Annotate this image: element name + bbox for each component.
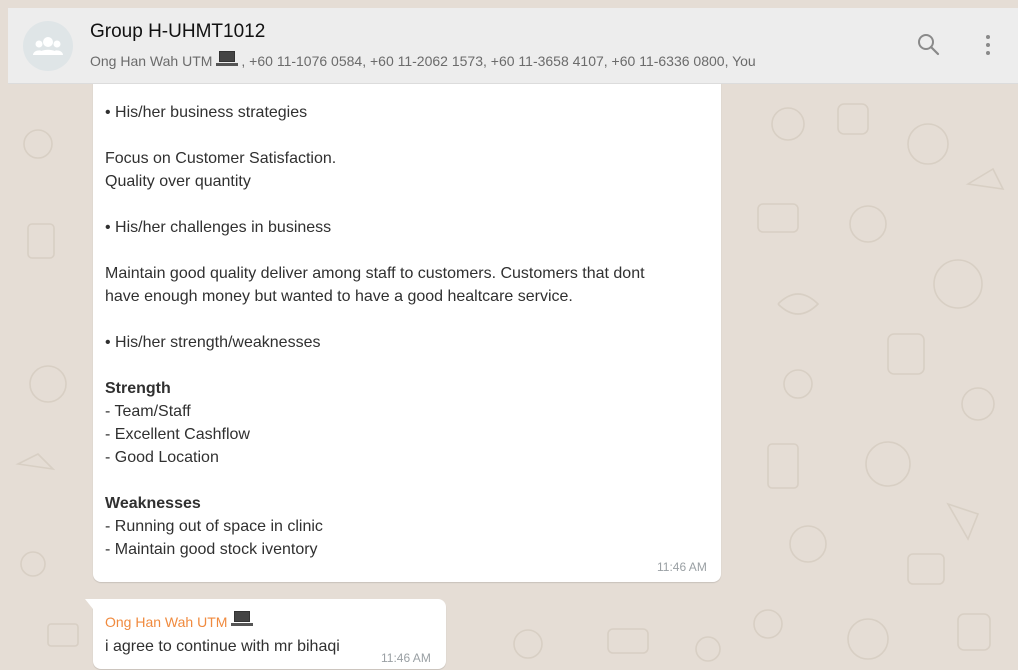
participant-list: , +60 11-1076 0584, +60 11-2062 1573, +6… <box>241 52 756 69</box>
bubble-tail <box>85 599 93 609</box>
message-line: - Maintain good stock iventory <box>105 541 318 558</box>
participant-name: Ong Han Wah UTM <box>90 52 213 69</box>
message-line: Quality over quantity <box>105 173 251 190</box>
message-line: - Excellent Cashflow <box>105 426 250 443</box>
search-icon[interactable] <box>916 32 940 61</box>
message-text: • His/her business strategies Focus on C… <box>105 84 711 561</box>
message-timestamp: 11:46 AM <box>657 560 707 574</box>
message-heading: Strength <box>105 380 171 397</box>
message-bubble[interactable]: Ong Han Wah UTM i agree to continue with… <box>85 599 446 669</box>
message-timestamp: 11:46 AM <box>381 651 431 665</box>
message-line: - Running out of space in clinic <box>105 518 323 535</box>
chat-panel[interactable]: • His/her business strategies Focus on C… <box>8 84 1018 670</box>
message-line: Focus on Customer Satisfaction. <box>105 150 337 167</box>
laptop-emoji-icon <box>231 611 254 634</box>
group-avatar-icon[interactable] <box>23 21 73 71</box>
chat-header[interactable]: Group H-UHMT1012 Ong Han Wah UTM , +60 1… <box>8 8 1018 84</box>
message-bubble[interactable]: • His/her business strategies Focus on C… <box>93 84 721 582</box>
chat-title[interactable]: Group H-UHMT1012 <box>90 21 265 43</box>
message-heading: Weaknesses <box>105 495 201 512</box>
message-text: i agree to continue with mr bihaqi <box>105 638 340 655</box>
laptop-emoji-icon <box>216 51 239 70</box>
message-line: • His/her strength/weaknesses <box>105 334 321 351</box>
message-line: Maintain good quality deliver among staf… <box>105 265 645 282</box>
message-line: • His/her business strategies <box>105 104 308 121</box>
message-line: have enough money but wanted to have a g… <box>105 288 573 305</box>
message-sender[interactable]: Ong Han Wah UTM <box>105 611 256 634</box>
message-line: - Good Location <box>105 449 219 466</box>
message-line: - Team/Staff <box>105 403 191 420</box>
message-line: • His/her challenges in business <box>105 219 332 236</box>
sender-name: Ong Han Wah UTM <box>105 614 228 630</box>
chat-participants[interactable]: Ong Han Wah UTM , +60 11-1076 0584, +60 … <box>90 51 756 70</box>
menu-dots-icon[interactable] <box>984 33 992 62</box>
